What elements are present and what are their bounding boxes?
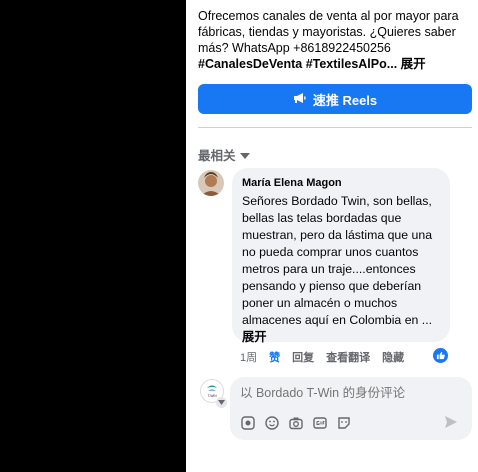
send-icon[interactable] <box>444 415 460 431</box>
divider <box>198 127 472 128</box>
megaphone-icon <box>293 92 307 107</box>
comment-timestamp[interactable]: 1周 <box>240 349 257 365</box>
gif-icon[interactable] <box>312 415 328 431</box>
comment-composer <box>230 377 472 440</box>
composer-tools <box>240 415 352 431</box>
boost-reels-button[interactable]: 速推 Reels <box>198 84 472 114</box>
post-caption: Ofrecemos canales de venta al por mayor … <box>198 8 470 72</box>
commenter-avatar[interactable] <box>198 170 224 196</box>
comment-body: Señores Bordado Twin, son bellas, bellas… <box>242 193 440 346</box>
comment-input[interactable] <box>240 383 460 403</box>
reply-action[interactable]: 回复 <box>292 349 314 365</box>
comment-bubble: María Elena Magon Señores Bordado Twin, … <box>232 168 450 344</box>
sticker-icon[interactable] <box>336 415 352 431</box>
comment-expand-link[interactable]: 展开 <box>242 329 440 346</box>
post-panel: Ofrecemos canales de venta al por mayor … <box>186 0 478 472</box>
emoji-icon[interactable] <box>264 415 280 431</box>
sort-label: 最相关 <box>198 149 236 163</box>
avatar-sticker-icon[interactable] <box>240 415 256 431</box>
avatar-switch-caret-icon[interactable] <box>216 397 227 408</box>
post-hashtags[interactable]: #CanalesDeVenta #TextilesAlPo... <box>198 57 397 71</box>
hide-action[interactable]: 隐藏 <box>382 349 404 365</box>
caret-down-icon <box>239 148 250 162</box>
like-action[interactable]: 赞 <box>269 349 280 365</box>
comment-text: Señores Bordado Twin, son bellas, bellas… <box>242 194 433 327</box>
camera-icon[interactable] <box>288 415 304 431</box>
comment-author[interactable]: María Elena Magon <box>242 176 440 190</box>
post-caption-text: Ofrecemos canales de venta al por mayor … <box>198 9 459 55</box>
comment-actions: 1周 赞 回复 查看翻译 隐藏 <box>240 349 404 365</box>
see-more-link[interactable]: 展开 <box>401 57 426 71</box>
page-avatar-text: T-WIN <box>207 394 217 398</box>
translate-action[interactable]: 查看翻译 <box>326 349 370 365</box>
thumbs-up-icon[interactable] <box>433 348 448 363</box>
boost-reels-label: 速推 Reels <box>312 92 378 108</box>
comment-sort-dropdown[interactable]: 最相关 <box>198 145 250 164</box>
